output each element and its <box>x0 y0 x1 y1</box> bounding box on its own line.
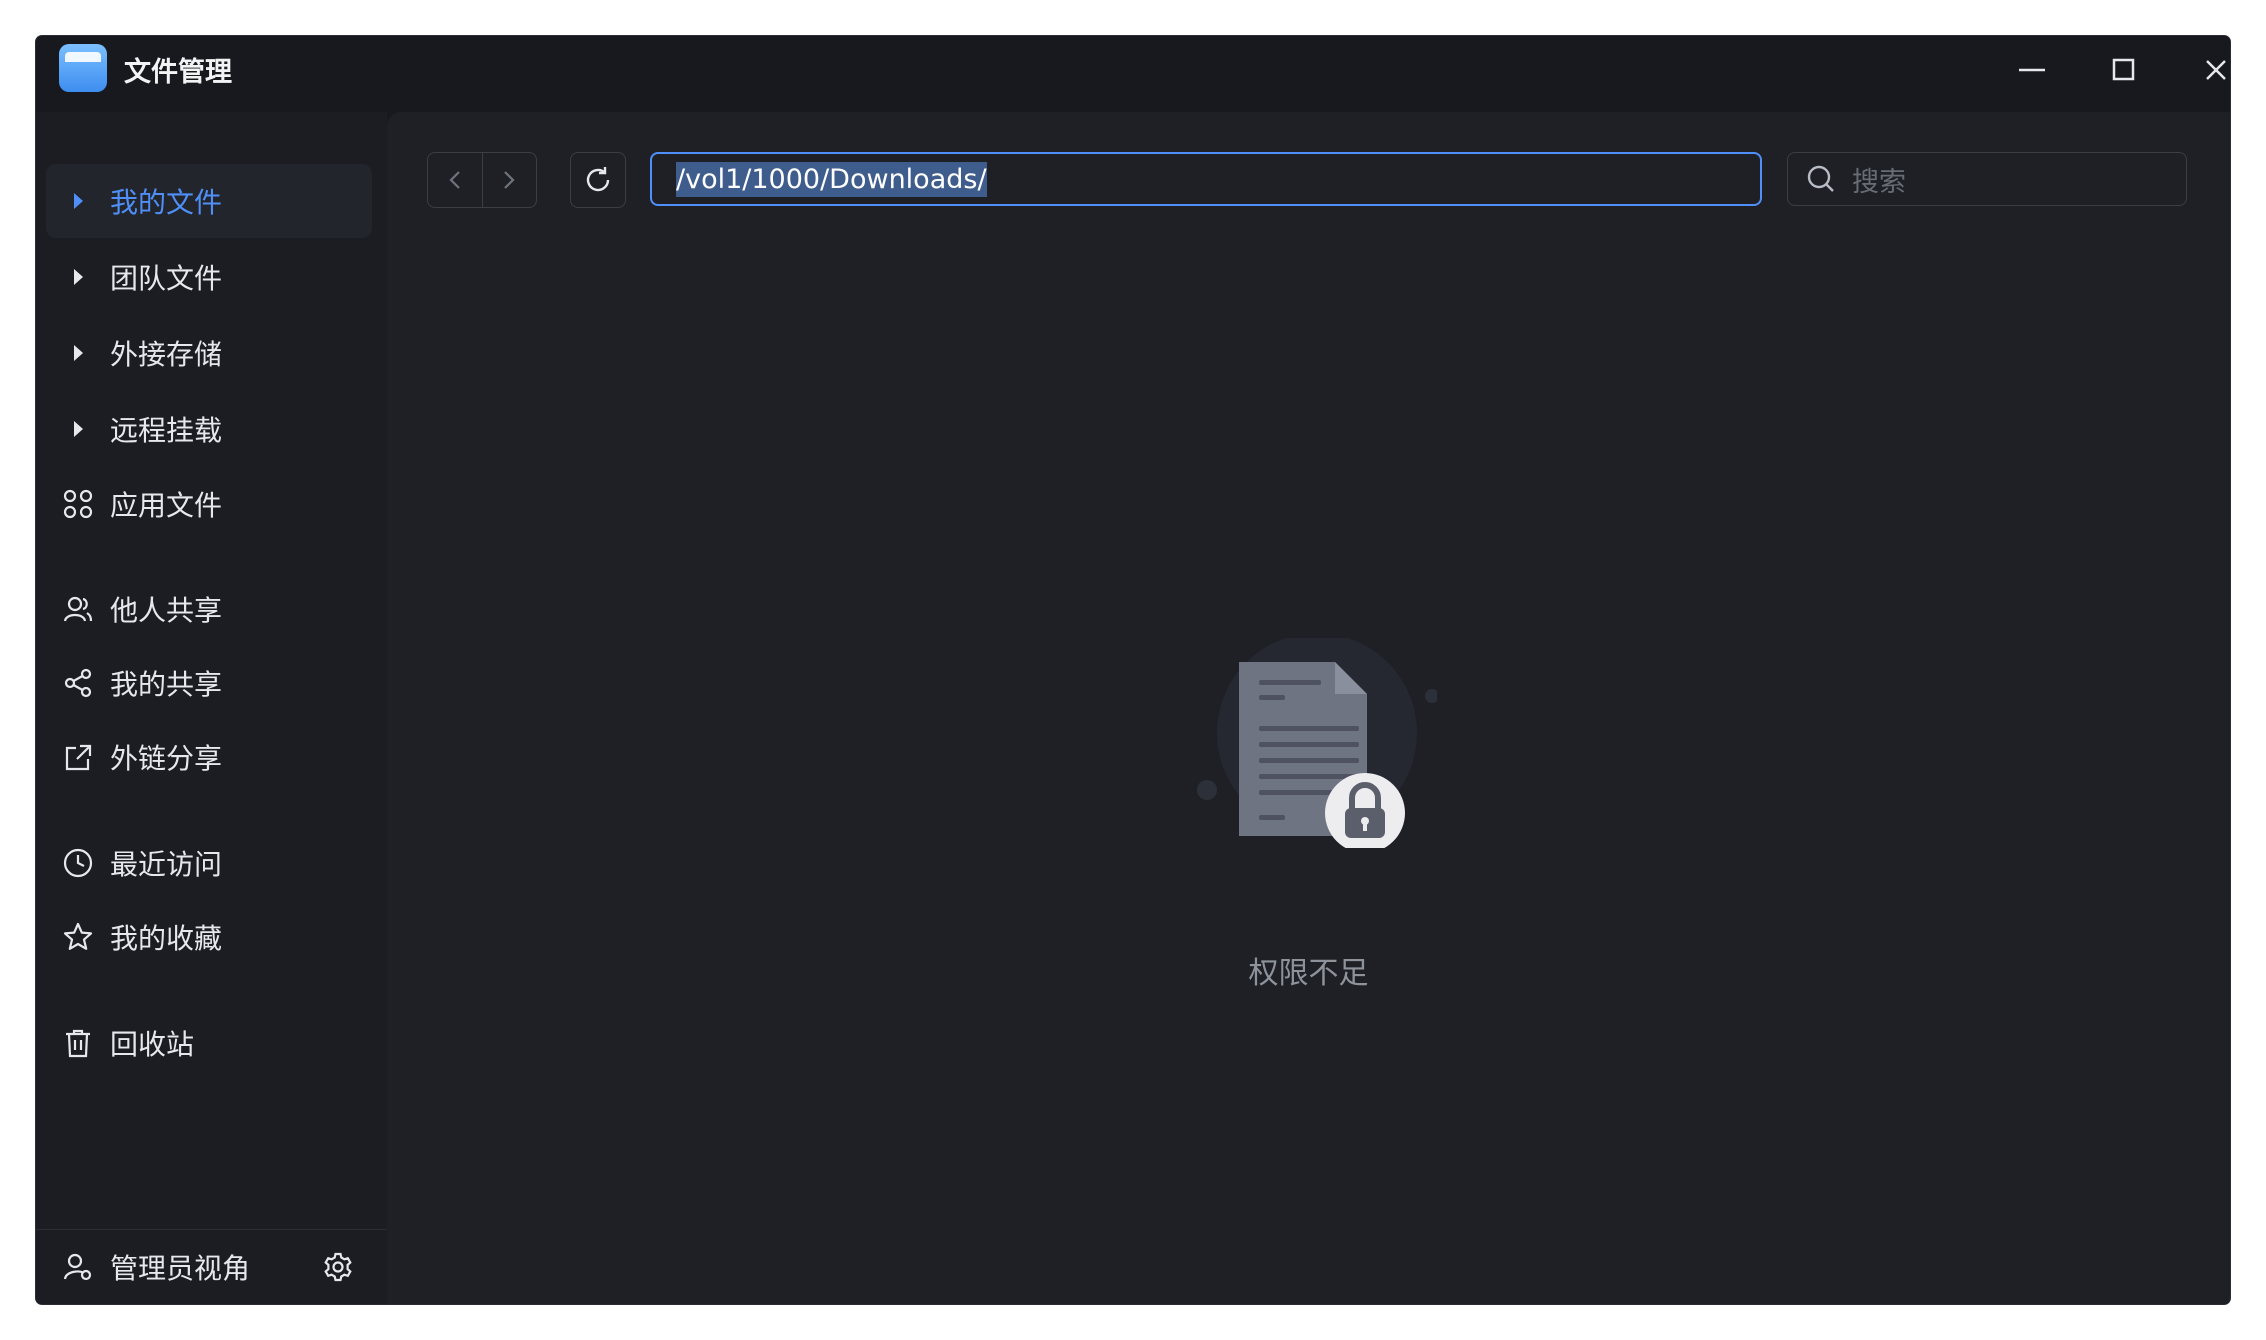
admin-user-icon <box>58 1247 98 1287</box>
sidebar-item-link-shares[interactable]: 外链分享 <box>46 720 372 794</box>
sidebar-item-my-shares[interactable]: 我的共享 <box>46 646 372 720</box>
maximize-icon <box>2112 58 2135 81</box>
close-button[interactable] <box>2170 36 2230 102</box>
trash-icon <box>58 1023 98 1063</box>
sidebar-item-remote-mount[interactable]: 远程挂载 <box>46 392 372 466</box>
main-content: /vol1/1000/Downloads/ 搜索 权限不足 <box>387 112 2230 1304</box>
maximize-button[interactable] <box>2078 36 2168 102</box>
refresh-button[interactable] <box>570 152 626 208</box>
permission-denied-message: 权限不足 <box>1248 956 1369 991</box>
title-bar: 文件管理 <box>36 36 2230 112</box>
chevron-left-icon <box>449 171 460 189</box>
sidebar-item-label: 团队文件 <box>110 262 223 295</box>
search-input[interactable]: 搜索 <box>1787 152 2187 206</box>
file-manager-window: 文件管理 我的文件 团队文件 外接存储 远程挂载 应用文件 他人共享 我的共享 … <box>36 36 2230 1304</box>
clock-icon <box>58 843 98 883</box>
sidebar-item-favorites[interactable]: 我的收藏 <box>46 900 372 974</box>
path-input[interactable]: /vol1/1000/Downloads/ <box>650 152 1762 206</box>
sidebar-item-label: 我的共享 <box>110 668 223 701</box>
search-icon <box>1807 165 1834 192</box>
sidebar-item-label: 外接存储 <box>110 338 223 371</box>
sidebar-item-label: 回收站 <box>110 1028 195 1061</box>
star-icon <box>58 917 98 957</box>
folder-app-icon <box>59 44 107 92</box>
locked-document-icon <box>1197 633 1450 853</box>
share-icon <box>58 663 98 703</box>
close-icon <box>2206 60 2226 80</box>
settings-button[interactable] <box>318 1247 358 1287</box>
sidebar-item-label: 应用文件 <box>110 489 223 522</box>
caret-right-icon <box>58 409 98 449</box>
gear-icon <box>324 1252 352 1282</box>
sidebar: 我的文件 团队文件 外接存储 远程挂载 应用文件 他人共享 我的共享 外链分享 … <box>36 112 387 1304</box>
path-text: /vol1/1000/Downloads/ <box>676 161 987 197</box>
sidebar-item-app-files[interactable]: 应用文件 <box>46 467 372 541</box>
sidebar-item-label: 我的收藏 <box>110 922 223 955</box>
sidebar-item-label: 远程挂载 <box>110 414 223 447</box>
sidebar-item-external-storage[interactable]: 外接存储 <box>46 316 372 390</box>
sidebar-footer: 管理员视角 <box>36 1229 387 1304</box>
sidebar-item-my-files[interactable]: 我的文件 <box>46 164 372 238</box>
apps-grid-icon <box>58 484 98 524</box>
sidebar-item-shared-with-me[interactable]: 他人共享 <box>46 572 372 646</box>
admin-view-button[interactable]: 管理员视角 <box>46 1230 296 1304</box>
sidebar-item-label: 我的文件 <box>110 186 223 219</box>
minimize-icon <box>2019 68 2045 72</box>
sidebar-item-team-files[interactable]: 团队文件 <box>46 240 372 314</box>
sidebar-item-label: 他人共享 <box>110 594 223 627</box>
search-placeholder: 搜索 <box>1852 166 1906 198</box>
sidebar-item-recent[interactable]: 最近访问 <box>46 826 372 900</box>
caret-right-icon <box>58 333 98 373</box>
minimize-button[interactable] <box>1986 36 2076 102</box>
caret-right-icon <box>58 257 98 297</box>
chevron-right-icon <box>504 171 515 189</box>
users-icon <box>58 589 98 629</box>
navigation-buttons <box>427 152 537 208</box>
sidebar-item-trash[interactable]: 回收站 <box>46 1006 372 1080</box>
back-button[interactable] <box>428 153 482 207</box>
forward-button[interactable] <box>481 153 537 207</box>
refresh-icon <box>586 167 610 192</box>
sidebar-item-label: 外链分享 <box>110 742 223 775</box>
sidebar-item-label: 最近访问 <box>110 848 223 881</box>
caret-right-icon <box>58 181 98 221</box>
app-title: 文件管理 <box>124 57 232 88</box>
external-link-icon <box>58 737 98 777</box>
admin-view-label: 管理员视角 <box>110 1252 251 1285</box>
